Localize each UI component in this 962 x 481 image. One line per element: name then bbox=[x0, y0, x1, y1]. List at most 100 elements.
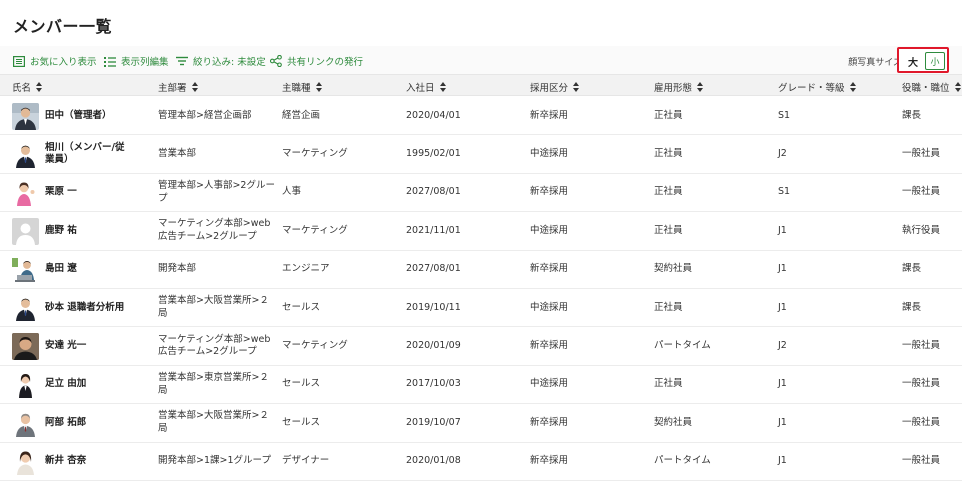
list-icon bbox=[13, 55, 25, 67]
columns-label: 表示列編集 bbox=[121, 57, 169, 68]
member-hire-type: 新卒採用 bbox=[530, 416, 569, 428]
column-header-hire-type[interactable]: 採用区分 bbox=[530, 80, 580, 94]
member-name-cell[interactable]: 相川（メンバー/従業員） bbox=[12, 135, 147, 173]
member-name: 島田 遼 bbox=[45, 263, 77, 275]
member-table: 田中（管理者） 管理本部>経営企画部 経営企画 2020/04/01 新卒採用 正社員 S1… bbox=[0, 97, 962, 481]
member-name: 田中（管理者） bbox=[45, 109, 112, 121]
photo-size-toggle: 大 小 bbox=[897, 47, 949, 73]
member-name-cell[interactable]: 島田 遼 bbox=[12, 251, 147, 289]
member-joined-date: 2021/11/01 bbox=[406, 224, 461, 236]
member-role: 課長 bbox=[902, 301, 922, 313]
member-employment-type: 正社員 bbox=[654, 301, 683, 313]
member-grade: J1 bbox=[778, 301, 787, 313]
table-header: 氏名 主部署 主職種 入社日 採用区分 雇用形態 グレード・等級 役職・職位 bbox=[0, 74, 962, 96]
member-dept: 営業本部>東京営業所>２局 bbox=[158, 371, 269, 396]
member-name: 砂本 退職者分析用 bbox=[45, 301, 125, 313]
edit-columns-button[interactable]: 表示列編集 bbox=[104, 54, 169, 68]
table-row[interactable]: 栗原 一 管理本部>人事部>2グループ 人事 2027/08/01 新卒採用 正社員 S1 一… bbox=[0, 173, 962, 213]
avatar bbox=[12, 371, 39, 399]
member-name-cell[interactable]: 砂本 退職者分析用 bbox=[12, 289, 147, 327]
member-employment-type: パートタイム bbox=[654, 455, 711, 467]
favorites-label: お気に入り表示 bbox=[30, 57, 97, 68]
member-name-cell[interactable]: 新井 杏奈 bbox=[12, 443, 147, 481]
avatar bbox=[12, 217, 39, 245]
share-icon bbox=[270, 55, 282, 67]
share-link-button[interactable]: 共有リンクの発行 bbox=[270, 54, 363, 68]
photo-size-small-button[interactable]: 小 bbox=[925, 52, 945, 70]
member-job: セールス bbox=[282, 301, 321, 313]
page-header: メンバー一覧 bbox=[0, 0, 962, 46]
member-dept: マーケティング本部>web広告チーム>2グループ bbox=[158, 218, 271, 243]
member-role: 課長 bbox=[902, 109, 922, 121]
sort-icon bbox=[954, 82, 962, 92]
avatar bbox=[12, 294, 39, 322]
columns-edit-icon bbox=[104, 56, 116, 67]
favorites-toggle[interactable]: お気に入り表示 bbox=[13, 54, 97, 68]
member-name: 栗原 一 bbox=[45, 186, 77, 198]
member-name: 阿部 拓郎 bbox=[45, 416, 87, 428]
column-header-label: 入社日 bbox=[406, 83, 435, 94]
member-name-cell[interactable]: 足立 由加 bbox=[12, 366, 147, 404]
avatar bbox=[12, 140, 39, 168]
member-dept: 営業本部 bbox=[158, 147, 197, 159]
table-row[interactable]: 島田 遼 開発本部 エンジニア 2027/08/01 新卒採用 契約社員 J1 課長 bbox=[0, 250, 962, 289]
sort-icon bbox=[36, 82, 43, 92]
column-header-label: 主職種 bbox=[282, 83, 311, 94]
column-header-label: 雇用形態 bbox=[654, 83, 693, 94]
member-dept: マーケティング本部>web広告チーム>2グループ bbox=[158, 333, 271, 358]
table-row[interactable]: 相川（メンバー/従業員） 営業本部 マーケティング 1995/02/01 中途採用 正社員… bbox=[0, 135, 962, 174]
column-header-grade[interactable]: グレード・等級 bbox=[778, 80, 857, 94]
share-label: 共有リンクの発行 bbox=[287, 57, 364, 68]
member-dept: 管理本部>人事部>2グループ bbox=[158, 179, 275, 204]
table-row[interactable]: 安達 光一 マーケティング本部>web広告チーム>2グループ マーケティング 2020… bbox=[0, 327, 962, 366]
column-header-joined[interactable]: 入社日 bbox=[406, 80, 447, 94]
column-header-employment[interactable]: 雇用形態 bbox=[654, 80, 704, 94]
avatar bbox=[12, 102, 39, 130]
member-dept: 営業本部>大阪営業所>２局 bbox=[158, 295, 269, 319]
member-employment-type: 正社員 bbox=[654, 186, 683, 198]
sort-icon bbox=[191, 82, 199, 92]
member-job: マーケティング bbox=[282, 339, 348, 351]
member-grade: J1 bbox=[778, 224, 787, 236]
member-hire-type: 中途採用 bbox=[530, 301, 569, 313]
table-row[interactable]: 田中（管理者） 管理本部>経営企画部 経営企画 2020/04/01 新卒採用 正社員 S1… bbox=[0, 97, 962, 136]
member-job: マーケティング bbox=[282, 147, 348, 159]
page-title: メンバー一覧 bbox=[13, 17, 113, 36]
member-joined-date: 2019/10/07 bbox=[406, 416, 461, 428]
member-joined-date: 2020/04/01 bbox=[406, 109, 461, 121]
table-row[interactable]: 新井 杏奈 開発本部>1課>1グループ デザイナー 2020/01/08 新卒採用 パート… bbox=[0, 442, 962, 481]
member-employment-type: パートタイム bbox=[654, 339, 711, 351]
member-name-cell[interactable]: 阿部 拓郎 bbox=[12, 404, 147, 442]
member-hire-type: 中途採用 bbox=[530, 378, 569, 390]
member-joined-date: 1995/02/01 bbox=[406, 147, 461, 159]
member-grade: J1 bbox=[778, 263, 787, 275]
photo-size-label: 顔写真サイズ bbox=[848, 58, 902, 68]
member-name-cell[interactable]: 栗原 一 bbox=[12, 174, 147, 212]
column-header-job[interactable]: 主職種 bbox=[282, 80, 323, 94]
member-employment-type: 正社員 bbox=[654, 224, 683, 236]
member-job: エンジニア bbox=[282, 263, 330, 275]
member-name-cell[interactable]: 安達 光一 bbox=[12, 327, 147, 365]
member-name-cell[interactable]: 田中（管理者） bbox=[12, 97, 147, 135]
member-role: 一般社員 bbox=[902, 455, 941, 467]
filter-button[interactable]: 絞り込み: 未設定 bbox=[176, 54, 266, 68]
member-grade: J1 bbox=[778, 378, 787, 390]
column-header-dept[interactable]: 主部署 bbox=[158, 80, 199, 94]
table-row[interactable]: 鹿野 祐 マーケティング本部>web広告チーム>2グループ マーケティング 2021/… bbox=[0, 212, 962, 251]
member-job: マーケティング bbox=[282, 224, 348, 236]
member-grade: J2 bbox=[778, 339, 787, 351]
member-role: 一般社員 bbox=[902, 147, 941, 159]
column-header-label: 主部署 bbox=[158, 83, 187, 94]
table-row[interactable]: 足立 由加 営業本部>東京営業所>２局 セールス 2017/10/03 中途採用 正社員 J… bbox=[0, 365, 962, 405]
member-name-cell[interactable]: 鹿野 祐 bbox=[12, 212, 147, 250]
column-header-name[interactable]: 氏名 bbox=[12, 80, 43, 94]
member-joined-date: 2020/01/08 bbox=[406, 455, 461, 467]
member-grade: J1 bbox=[778, 455, 787, 467]
member-joined-date: 2019/10/11 bbox=[406, 301, 461, 313]
photo-size-large-button[interactable]: 大 bbox=[903, 52, 923, 70]
table-row[interactable]: 砂本 退職者分析用 営業本部>大阪営業所>２局 セールス 2019/10/11 中途採用… bbox=[0, 288, 962, 328]
column-header-role[interactable]: 役職・職位 bbox=[902, 80, 962, 94]
member-joined-date: 2027/08/01 bbox=[406, 263, 461, 275]
table-row[interactable]: 阿部 拓郎 営業本部>大阪営業所>２局 セールス 2019/10/07 新卒採用 契約社員… bbox=[0, 404, 962, 443]
member-role: 執行役員 bbox=[902, 224, 941, 236]
